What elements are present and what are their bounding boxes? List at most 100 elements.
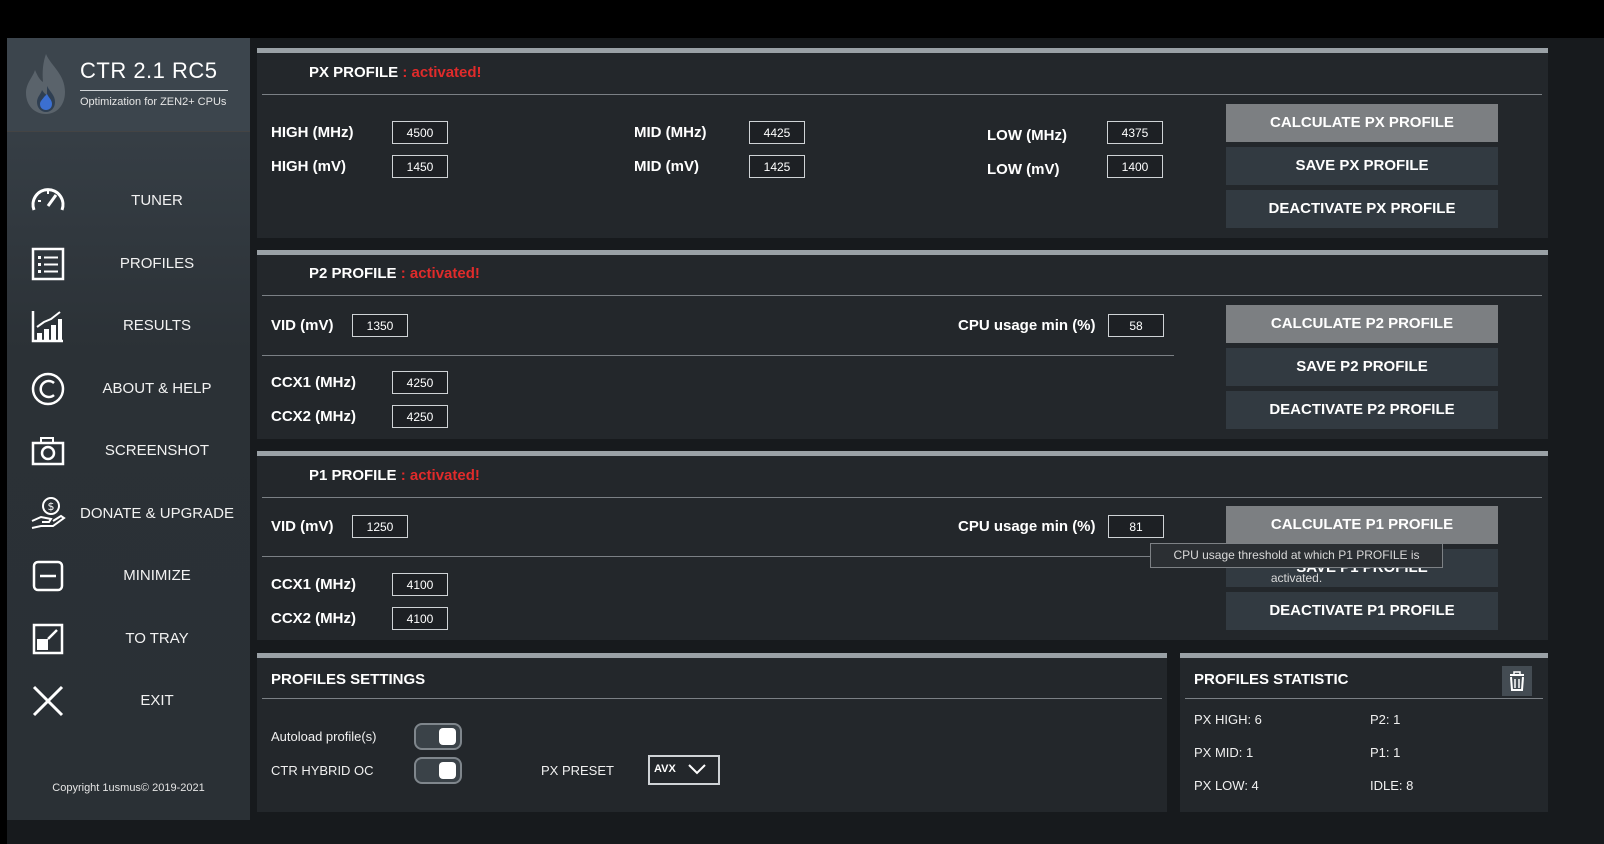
mid-mv-label: MID (mV) [634,158,699,175]
p2-cpu-usage-label: CPU usage min (%) [958,317,1096,334]
stat-px-high: PX HIGH: 6 [1194,712,1262,727]
nav-label: ABOUT & HELP [102,380,212,397]
low-mv-input[interactable] [1107,155,1163,178]
stat-idle: IDLE: 8 [1370,778,1414,793]
px-preset-label: PX PRESET [541,763,614,778]
chevron-down-icon [688,764,706,775]
calculate-px-profile-button[interactable]: CALCULATE PX PROFILE [1226,104,1498,142]
nav-label: PROFILES [119,255,195,272]
camera-icon [31,437,65,466]
px-preset-value: AVX [654,763,676,775]
copyright-icon [31,372,65,406]
p1-ccx2-input[interactable] [392,607,448,630]
close-icon [32,685,64,717]
p1-ccx1-input[interactable] [392,573,448,596]
nav-profiles[interactable]: PROFILES [7,239,250,289]
nav-label: TO TRAY [125,630,189,647]
trash-icon [1510,671,1524,691]
p2-ccx1-label: CCX1 (MHz) [271,374,356,391]
toggle-knob [439,762,456,779]
nav-label: TUNER [131,192,183,209]
speedometer-icon [31,188,65,211]
autoload-label: Autoload profile(s) [271,729,377,744]
tray-icon [32,623,64,655]
deactivate-p2-profile-button[interactable]: DEACTIVATE P2 PROFILE [1226,391,1498,429]
minimize-icon [32,560,64,592]
px-profile-title: PX PROFILE : activated! [309,64,482,81]
save-p2-profile-button[interactable]: SAVE P2 PROFILE [1226,348,1498,386]
divider [1185,698,1543,699]
deactivate-p1-profile-button[interactable]: DEACTIVATE P1 PROFILE [1226,592,1498,630]
clear-statistics-button[interactable] [1502,666,1532,696]
hybrid-oc-toggle[interactable] [414,757,462,784]
px-title-text: PX PROFILE [309,64,399,81]
p2-cpu-usage-input[interactable] [1108,314,1164,337]
p2-status: : activated! [396,265,480,282]
p1-cpu-usage-label: CPU usage min (%) [958,518,1096,535]
cpu-usage-tooltip: CPU usage threshold at which P1 PROFILE … [1150,543,1443,585]
p2-vid-label: VID (mV) [271,317,334,334]
divider [262,497,1542,498]
nav-label: SCREENSHOT [104,442,210,459]
p2-profile-panel: P2 PROFILE : activated! VID (mV) CPU usa… [257,250,1548,439]
p1-cpu-usage-input[interactable] [1108,515,1164,538]
nav-results[interactable]: RESULTS [7,301,250,351]
hybrid-oc-label: CTR HYBRID OC [271,763,374,778]
p2-ccx2-label: CCX2 (MHz) [271,408,356,425]
copyright-text: Copyright 1usmus© 2019-2021 [52,782,205,794]
list-icon [31,247,65,281]
high-mhz-label: HIGH (MHz) [271,124,354,141]
p2-title-text: P2 PROFILE [309,265,397,282]
p1-vid-input[interactable] [352,515,408,538]
nav-label: EXIT [140,692,174,709]
mid-mhz-input[interactable] [749,121,805,144]
nav-exit[interactable]: EXIT [7,676,250,726]
p2-vid-input[interactable] [352,314,408,337]
svg-text:$: $ [48,500,55,513]
stat-p1: P1: 1 [1370,745,1401,760]
nav-about-help[interactable]: ABOUT & HELP [7,364,250,414]
brand-header: CTR 2.1 RC5 Optimization for ZEN2+ CPUs [7,38,250,132]
nav-minimize[interactable]: MINIMIZE [7,551,250,601]
divider [262,94,1542,95]
px-status: : activated! [398,64,482,81]
high-mv-input[interactable] [392,155,448,178]
high-mhz-input[interactable] [392,121,448,144]
p1-ccx2-label: CCX2 (MHz) [271,610,356,627]
autoload-toggle[interactable] [414,723,462,750]
title-divider [80,90,228,91]
profiles-settings-title: PROFILES SETTINGS [271,671,426,688]
sidebar: CTR 2.1 RC5 Optimization for ZEN2+ CPUs … [7,38,250,820]
nav-to-tray[interactable]: TO TRAY [7,614,250,664]
stat-px-low: PX LOW: 4 [1194,778,1259,793]
profiles-statistic-title: PROFILES STATISTIC [1194,671,1349,688]
donate-hand-icon: $ [31,497,66,529]
px-preset-select[interactable]: AVX [648,755,720,785]
app-window: CTR 2.1 RC5 Optimization for ZEN2+ CPUs … [7,38,1604,844]
mid-mv-input[interactable] [749,155,805,178]
divider [262,698,1162,699]
save-px-profile-button[interactable]: SAVE PX PROFILE [1226,147,1498,185]
stat-px-mid: PX MID: 1 [1194,745,1254,760]
profiles-settings-panel: PROFILES SETTINGS Autoload profile(s) CT… [257,653,1167,812]
nav-donate-upgrade[interactable]: $ DONATE & UPGRADE [7,489,250,539]
p2-profile-title: P2 PROFILE : activated! [309,265,480,282]
low-mhz-label: LOW (MHz) [987,127,1067,144]
p2-ccx1-input[interactable] [392,371,448,394]
divider [262,295,1542,296]
calculate-p1-profile-button[interactable]: CALCULATE P1 PROFILE [1226,506,1498,544]
nav-label: RESULTS [122,317,192,334]
p1-title-text: P1 PROFILE [309,467,397,484]
mid-mhz-label: MID (MHz) [634,124,707,141]
flame-logo-icon [26,54,65,114]
calculate-p2-profile-button[interactable]: CALCULATE P2 PROFILE [1226,305,1498,343]
p1-status: : activated! [396,467,480,484]
divider [262,355,1174,356]
p2-ccx2-input[interactable] [392,405,448,428]
nav-label: MINIMIZE [123,567,191,584]
deactivate-px-profile-button[interactable]: DEACTIVATE PX PROFILE [1226,190,1498,228]
nav-tuner[interactable]: TUNER [7,176,250,226]
low-mhz-input[interactable] [1107,121,1163,144]
nav-label: DONATE & UPGRADE [80,505,234,522]
nav-screenshot[interactable]: SCREENSHOT [7,426,250,476]
